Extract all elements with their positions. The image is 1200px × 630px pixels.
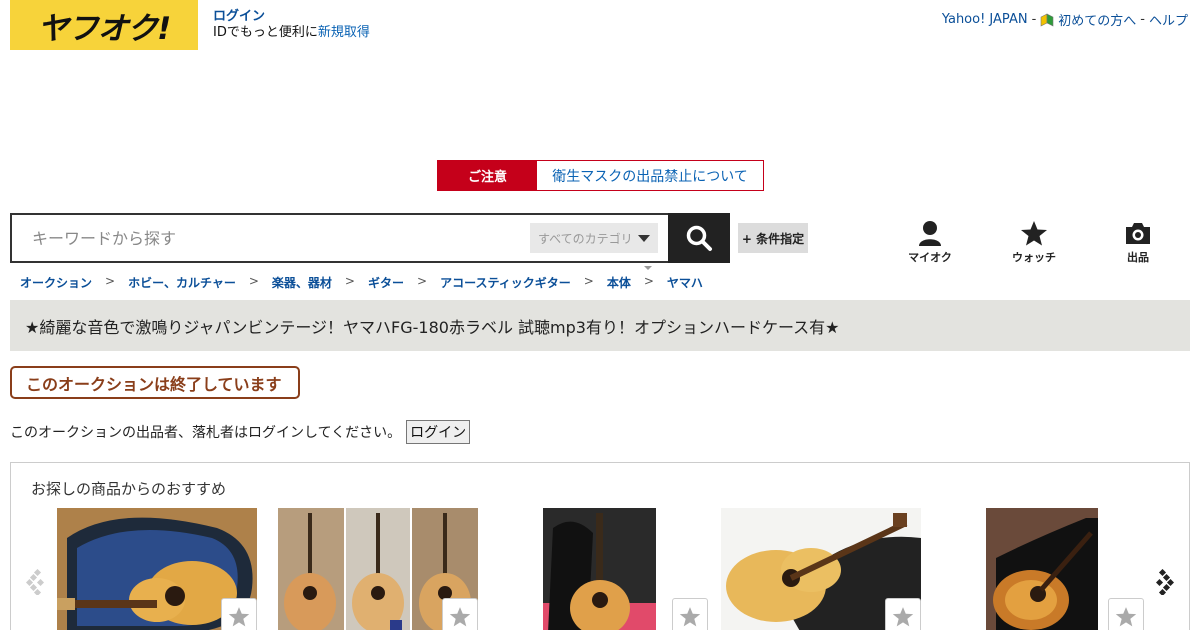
camera-icon (1126, 223, 1150, 244)
breadcrumb-item[interactable]: ヤマハ (667, 274, 703, 291)
breadcrumb-separator: > (105, 274, 116, 288)
recommendations-panel: お探しの商品からのおすすめ (10, 462, 1190, 630)
breadcrumb-item[interactable]: 楽器、器材 (272, 274, 332, 291)
login-sub-text: IDでもっと便利に (213, 25, 318, 40)
search-button[interactable] (668, 213, 730, 263)
breadcrumb-item[interactable]: アコースティックギター (440, 274, 571, 291)
login-link[interactable]: ログイン (213, 9, 370, 25)
category-select-label: すべてのカテゴリ (538, 231, 633, 246)
top-links: Yahoo! JAPAN - 初めての方へ - ヘルプ (942, 10, 1188, 29)
recommendation-item[interactable] (986, 508, 1144, 630)
top-link-separator: - (1031, 12, 1037, 27)
star-icon (449, 606, 471, 626)
login-button[interactable]: ログイン (406, 420, 471, 444)
notice-link[interactable]: 衛生マスクの出品禁止について (537, 161, 763, 190)
guitar-with-gig-bag-image (543, 508, 656, 630)
star-icon (228, 606, 250, 626)
carousel-prev-icon[interactable] (26, 569, 44, 595)
yahoo-japan-link[interactable]: Yahoo! JAPAN (942, 12, 1028, 27)
watch-star-button[interactable] (885, 598, 921, 630)
category-select[interactable]: すべてのカテゴリ (530, 223, 658, 253)
recommendation-item[interactable] (543, 508, 708, 630)
breadcrumb-marker (644, 266, 652, 270)
breadcrumb: オークション > ホビー、カルチャー > 楽器、器材 > ギター > アコーステ… (20, 274, 703, 291)
breadcrumb-item[interactable]: ホビー、カルチャー (128, 274, 236, 291)
register-link[interactable]: 新規取得 (318, 25, 370, 40)
watch-star-button[interactable] (442, 598, 478, 630)
star-icon (679, 606, 701, 626)
recommendations-title: お探しの商品からのおすすめ (31, 480, 227, 498)
watch-star-button[interactable] (672, 598, 708, 630)
login-box: ログイン IDでもっと便利に新規取得 (213, 9, 370, 41)
chevron-down-icon (638, 234, 650, 242)
star-icon (892, 606, 914, 626)
breadcrumb-separator: > (344, 274, 355, 288)
breadcrumb-separator: > (583, 274, 594, 288)
beginners-link[interactable]: 初めての方へ (1058, 10, 1136, 29)
login-sub: IDでもっと便利に新規取得 (213, 25, 370, 41)
breadcrumb-item[interactable]: オークション (20, 274, 92, 291)
login-note-text: このオークションの出品者、落札者はログインしてください。 (10, 425, 402, 441)
top-link-separator: - (1140, 12, 1145, 27)
nav-watch-label: ウォッチ (1012, 251, 1056, 264)
nav-myauction-label: マイオク (908, 251, 952, 264)
recommendation-item[interactable] (278, 508, 478, 630)
star-icon (1021, 221, 1047, 246)
nav-sell-label: 出品 (1127, 251, 1149, 264)
search-input[interactable] (12, 215, 530, 261)
breadcrumb-separator: > (417, 274, 428, 288)
breadcrumb-separator: > (248, 274, 259, 288)
notice-bar: ご注意 衛生マスクの出品禁止について (437, 160, 764, 191)
carousel-next-icon[interactable] (1156, 569, 1174, 595)
recommendation-item[interactable] (721, 508, 921, 630)
breadcrumb-separator: > (643, 274, 654, 288)
breadcrumb-item[interactable]: ギター (368, 274, 404, 291)
star-icon (1115, 606, 1137, 626)
auction-title-bar: ★綺麗な音色で激鳴りジャパンビンテージ！ヤマハFG-180赤ラベル 試聴mp3有… (10, 300, 1190, 351)
person-icon (919, 221, 941, 246)
sunburst-guitar-in-case-image (986, 508, 1098, 630)
breadcrumb-item[interactable]: 本体 (607, 274, 631, 291)
nav-watch[interactable]: ウォッチ (1004, 220, 1064, 265)
notice-label: ご注意 (438, 161, 537, 190)
watch-star-button[interactable] (221, 598, 257, 630)
login-note: このオークションの出品者、落札者はログインしてください。 ログイン (10, 420, 471, 444)
auction-ended-badge: このオークションは終了しています (10, 366, 300, 399)
watch-star-button[interactable] (1108, 598, 1144, 630)
logo-text: ヤフオク! (37, 10, 172, 47)
nav-myauction[interactable]: マイオク (900, 220, 960, 265)
search-bar: すべてのカテゴリ (10, 213, 730, 263)
conditions-button[interactable]: + 条件指定 (738, 223, 808, 253)
beginner-mark-icon (1040, 13, 1054, 26)
auction-title: ★綺麗な音色で激鳴りジャパンビンテージ！ヤマハFG-180赤ラベル 試聴mp3有… (25, 317, 840, 337)
search-icon (686, 225, 712, 251)
recommendation-item[interactable] (57, 508, 257, 630)
help-link[interactable]: ヘルプ (1149, 10, 1188, 29)
yahuoku-logo[interactable]: ヤフオク! (10, 0, 198, 50)
nav-sell[interactable]: 出品 (1108, 220, 1168, 265)
